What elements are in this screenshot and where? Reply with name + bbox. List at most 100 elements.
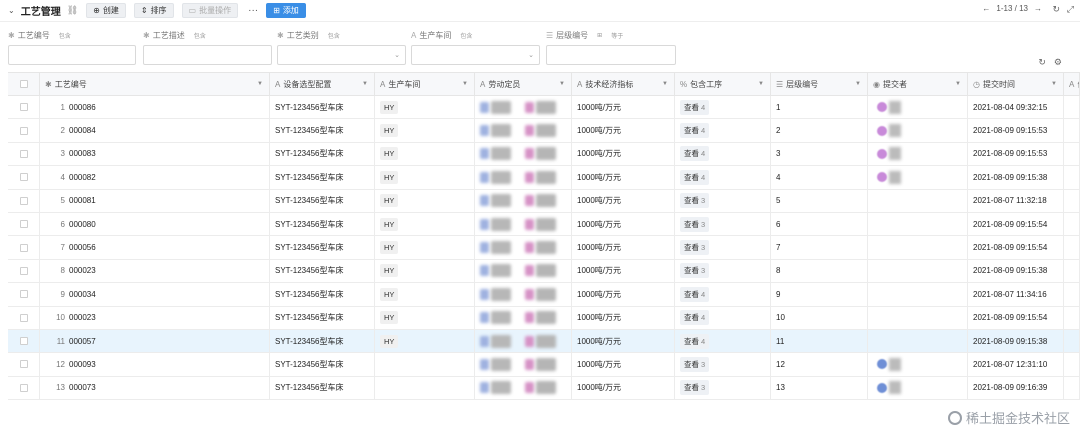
equipment-cell[interactable]: SYT-123456型车床 (270, 376, 375, 400)
filter-category-select[interactable]: ⌄ (277, 45, 406, 65)
time-cell[interactable]: 2021-08-07 12:31:10 (968, 353, 1064, 376)
code-cell[interactable]: 13 000073 (40, 376, 270, 400)
submitter-cell[interactable] (868, 283, 968, 306)
staff-cell[interactable] (475, 259, 572, 283)
equipment-cell[interactable]: SYT-123456型车床 (270, 236, 375, 259)
filter-settings-icon[interactable]: ⚙ (1054, 57, 1070, 67)
remark-cell[interactable] (1064, 329, 1080, 353)
submitter-cell[interactable] (868, 142, 968, 166)
index-cell[interactable]: 1000吨/万元 (572, 329, 675, 353)
code-cell[interactable]: 3 000083 (40, 142, 270, 166)
index-cell[interactable]: 1000吨/万元 (572, 189, 675, 212)
column-header[interactable]: ☰ 层级编号 ▼ (771, 73, 868, 95)
level-cell[interactable]: 7 (771, 236, 868, 259)
remark-cell[interactable] (1064, 283, 1080, 306)
remark-cell[interactable] (1064, 119, 1080, 142)
remark-cell[interactable] (1064, 212, 1080, 236)
row-checkbox[interactable] (20, 337, 28, 346)
time-cell[interactable]: 2021-08-07 11:32:18 (968, 189, 1064, 212)
equipment-cell[interactable]: SYT-123456型车床 (270, 283, 375, 306)
submitter-cell[interactable] (868, 212, 968, 236)
level-cell[interactable]: 3 (771, 142, 868, 166)
code-cell[interactable]: 11 000057 (40, 329, 270, 353)
staff-cell[interactable] (475, 353, 572, 376)
table-row[interactable]: 6 000080 SYT-123456型车床 HY 1000吨/万元 查看 3 6 2021-0… (8, 212, 1080, 237)
view-process-link[interactable]: 查看 3 (680, 356, 710, 372)
table-row[interactable]: 12 000093 SYT-123456型车床 1000吨/万元 查看 3 12 2021-0… (8, 353, 1080, 377)
submitter-cell[interactable] (868, 376, 968, 400)
column-header[interactable]: A 技术经济指标 ▼ (572, 73, 675, 95)
remark-cell[interactable] (1064, 353, 1080, 376)
workshop-cell[interactable] (375, 353, 475, 376)
level-cell[interactable]: 5 (771, 189, 868, 212)
submitter-cell[interactable] (868, 119, 968, 142)
equipment-cell[interactable]: SYT-123456型车床 (270, 329, 375, 353)
level-cell[interactable]: 13 (771, 376, 868, 400)
code-cell[interactable]: 12 000093 (40, 353, 270, 376)
process-cell[interactable]: 查看 4 (675, 166, 771, 189)
table-row[interactable]: 1 000086 SYT-123456型车床 HY 1000吨/万元 查看 4 1 2021-0… (8, 96, 1080, 120)
workshop-cell[interactable]: HY (375, 119, 475, 142)
process-cell[interactable]: 查看 3 (675, 353, 771, 376)
time-cell[interactable]: 2021-08-09 09:15:54 (968, 306, 1064, 329)
column-menu-icon[interactable]: ▼ (362, 81, 368, 87)
sort-button[interactable]: ⇕ 排序 (133, 3, 174, 18)
select-all-checkbox[interactable] (20, 80, 28, 88)
staff-cell[interactable] (475, 189, 572, 212)
next-page-icon[interactable]: → (1034, 4, 1042, 13)
equipment-cell[interactable]: SYT-123456型车床 (270, 306, 375, 329)
view-process-link[interactable]: 查看 3 (680, 263, 710, 279)
share-icon[interactable]: ⛓ (67, 5, 78, 16)
index-cell[interactable]: 1000吨/万元 (572, 236, 675, 259)
column-header[interactable]: A 劳动定员 ▼ (475, 73, 572, 95)
row-checkbox[interactable] (20, 220, 28, 229)
column-header[interactable]: A 设备选型配置 ▼ (270, 73, 375, 95)
column-menu-icon[interactable]: ▼ (955, 81, 961, 87)
view-process-link[interactable]: 查看 4 (680, 99, 710, 115)
row-checkbox[interactable] (20, 243, 28, 252)
column-header[interactable]: % 包含工序 ▼ (675, 73, 771, 95)
staff-cell[interactable] (475, 212, 572, 236)
time-cell[interactable]: 2021-08-09 09:15:38 (968, 166, 1064, 189)
filter-code-input[interactable] (8, 45, 136, 65)
equipment-cell[interactable]: SYT-123456型车床 (270, 142, 375, 166)
process-cell[interactable]: 查看 4 (675, 119, 771, 142)
view-process-link[interactable]: 查看 4 (680, 123, 710, 139)
index-cell[interactable]: 1000吨/万元 (572, 119, 675, 142)
staff-cell[interactable] (475, 142, 572, 166)
level-cell[interactable]: 6 (771, 212, 868, 236)
process-cell[interactable]: 查看 3 (675, 259, 771, 283)
column-menu-icon[interactable]: ▼ (1051, 81, 1057, 87)
code-cell[interactable]: 7 000056 (40, 236, 270, 259)
remark-cell[interactable] (1064, 236, 1080, 259)
time-cell[interactable]: 2021-08-09 09:15:53 (968, 119, 1064, 142)
workshop-cell[interactable]: HY (375, 166, 475, 189)
reset-filter-icon[interactable]: ↻ (1038, 57, 1054, 67)
time-cell[interactable]: 2021-08-09 09:15:54 (968, 236, 1064, 259)
code-cell[interactable]: 8 000023 (40, 259, 270, 283)
remark-cell[interactable] (1064, 142, 1080, 166)
remark-cell[interactable] (1064, 189, 1080, 212)
level-cell[interactable]: 9 (771, 283, 868, 306)
view-process-link[interactable]: 查看 3 (680, 240, 710, 256)
time-cell[interactable]: 2021-08-09 09:16:39 (968, 376, 1064, 400)
submitter-cell[interactable] (868, 306, 968, 329)
equipment-cell[interactable]: SYT-123456型车床 (270, 119, 375, 142)
column-menu-icon[interactable]: ▼ (559, 81, 565, 87)
view-process-link[interactable]: 查看 4 (680, 146, 710, 162)
column-header[interactable]: A备注 (1064, 73, 1080, 95)
workshop-cell[interactable]: HY (375, 306, 475, 329)
table-row[interactable]: 9 000034 SYT-123456型车床 HY 1000吨/万元 查看 4 9 2021-0… (8, 283, 1080, 307)
collapse-icon[interactable]: ⌄ (8, 6, 15, 15)
level-cell[interactable]: 4 (771, 166, 868, 189)
table-row[interactable]: 5 000081 SYT-123456型车床 HY 1000吨/万元 查看 3 5 2021-0… (8, 189, 1080, 213)
process-cell[interactable]: 查看 3 (675, 189, 771, 212)
row-checkbox[interactable] (20, 360, 28, 369)
level-cell[interactable]: 8 (771, 259, 868, 283)
table-row[interactable]: 2 000084 SYT-123456型车床 HY 1000吨/万元 查看 4 2 2021-0… (8, 119, 1080, 143)
remark-cell[interactable] (1064, 259, 1080, 283)
filter-mode[interactable]: 包含 (328, 31, 340, 40)
process-cell[interactable]: 查看 4 (675, 142, 771, 166)
equipment-cell[interactable]: SYT-123456型车床 (270, 166, 375, 189)
column-menu-icon[interactable]: ▼ (758, 81, 764, 87)
